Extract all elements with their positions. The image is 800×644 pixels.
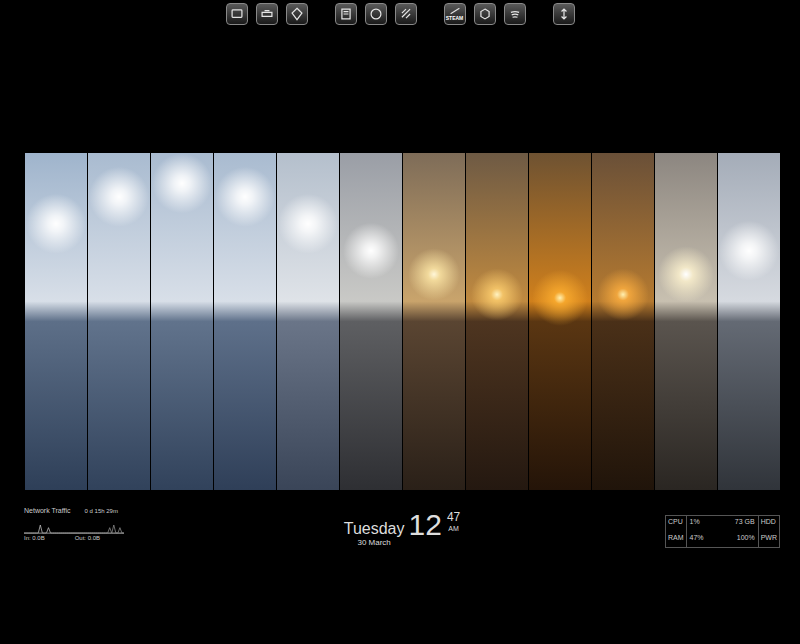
out-series <box>24 525 124 533</box>
clock-minute: 47 <box>447 510 460 524</box>
dock-app-icon[interactable] <box>256 3 278 25</box>
app-icon <box>288 5 306 23</box>
dock-app-icon[interactable] <box>504 3 526 25</box>
clock-hour: 12 <box>409 510 442 540</box>
app-icon <box>337 5 355 23</box>
dock-app-icon[interactable] <box>395 3 417 25</box>
wallpaper-panel <box>151 153 213 490</box>
clock-date: 30 March <box>357 538 390 548</box>
network-title: Network Traffic <box>24 506 71 515</box>
wallpaper-panel <box>466 153 528 490</box>
wallpaper-panel <box>403 153 465 490</box>
system-value: 73 GB <box>732 516 758 532</box>
system-widget: CPU1%73 GBHDD RAM47%100%PWR <box>665 515 780 548</box>
system-label: PWR <box>758 532 779 548</box>
dock-group: STEAM <box>444 3 526 28</box>
system-value: 1% <box>687 516 732 532</box>
dock-app-icon[interactable] <box>226 3 248 25</box>
dock: STEAM <box>0 0 800 28</box>
wallpaper-panel <box>25 153 87 490</box>
widget-bar: Network Traffic 0 d 15h 29m In: 0.0B Out: 0… <box>0 506 800 548</box>
wallpaper-photo <box>25 153 780 490</box>
network-graph <box>24 516 124 534</box>
desktop: STEAM Network Traffic 0 d 15h 29m In: 0.0B O… <box>0 0 800 644</box>
dock-app-icon[interactable] <box>335 3 357 25</box>
app-icon <box>555 5 573 23</box>
app-icon <box>228 5 246 23</box>
network-in: In: 0.0B <box>24 534 45 542</box>
dock-app-icon[interactable] <box>553 3 575 25</box>
uptime: 0 d 15h 29m <box>85 507 118 516</box>
wallpaper-panel <box>529 153 591 490</box>
system-label: HDD <box>758 516 779 532</box>
app-icon <box>506 5 524 23</box>
dock-app-icon[interactable] <box>474 3 496 25</box>
clock-widget: Tuesday30 March 12 47AM <box>344 506 461 548</box>
wallpaper-panel <box>214 153 276 490</box>
dock-app-icon[interactable]: STEAM <box>444 3 466 25</box>
dock-group <box>226 3 308 28</box>
clock-day: Tuesday <box>344 520 405 538</box>
app-icon <box>258 5 276 23</box>
wallpaper-panel <box>718 153 780 490</box>
dock-group <box>553 3 575 28</box>
dock-icon-label: STEAM <box>446 15 464 21</box>
wallpaper-panel <box>88 153 150 490</box>
app-icon <box>476 5 494 23</box>
wallpaper-panel <box>277 153 339 490</box>
dock-group <box>335 3 417 28</box>
steam-icon <box>449 7 461 15</box>
in-series <box>24 525 124 533</box>
wallpaper-panel <box>655 153 717 490</box>
app-icon <box>397 5 415 23</box>
clock-ampm: AM <box>448 524 459 533</box>
app-icon <box>367 5 385 23</box>
dock-app-icon[interactable] <box>286 3 308 25</box>
system-value: 47% <box>687 532 732 548</box>
network-widget: Network Traffic 0 d 15h 29m In: 0.0B Out: 0… <box>24 506 154 548</box>
system-value: 100% <box>732 532 758 548</box>
wallpaper-panel <box>340 153 402 490</box>
wallpaper-panel <box>592 153 654 490</box>
system-label: CPU <box>666 516 687 532</box>
dock-app-icon[interactable] <box>365 3 387 25</box>
system-label: RAM <box>666 532 687 548</box>
network-out: Out: 0.0B <box>75 534 100 542</box>
